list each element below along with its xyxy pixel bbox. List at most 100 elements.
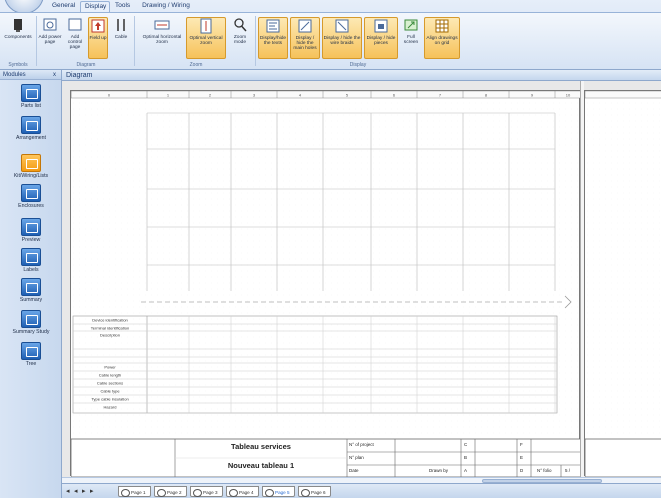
drawn-by-label: Drawn by — [429, 468, 449, 473]
optimal-horizontal-zoom-label: Optimal horizontal zoom — [142, 35, 182, 45]
row-label: Description — [100, 333, 120, 338]
revision-letter-c: C — [464, 442, 468, 447]
tab-tools[interactable]: Tools — [111, 1, 133, 12]
row-label: Power — [104, 365, 116, 370]
page-tab-3[interactable]: Page 3 — [190, 486, 223, 497]
plan-number-label: N° plan — [349, 455, 364, 460]
module-label: Labels — [23, 267, 39, 273]
pieces-icon — [374, 19, 388, 33]
previous-page-icon[interactable]: ◂ — [74, 487, 78, 495]
diagram-sheet[interactable]: 0 1 2 3 4 5 6 7 8 9 10 Device identification Termin… — [70, 90, 582, 478]
module-labels[interactable]: Labels — [0, 248, 62, 273]
diagram-header: Diagram — [62, 70, 661, 81]
sheet-drawing: 0 1 2 3 4 5 6 7 8 9 10 Device identificationTermin… — [70, 90, 582, 478]
optimal-horizontal-zoom-button[interactable]: Optimal horizontal zoom — [140, 17, 184, 59]
horizontal-zoom-icon — [154, 20, 170, 30]
row-label: Cable length — [99, 373, 121, 378]
display-hide-pieces-button[interactable]: Display / hide pieces — [364, 17, 398, 59]
module-kit-wiring-lists[interactable]: Kit/Wiring/Lists — [0, 154, 62, 179]
module-preview[interactable]: Preview — [0, 218, 62, 243]
page-tab-1[interactable]: Page 1 — [118, 486, 151, 497]
folio-value: 5 / — [565, 468, 571, 473]
next-sheet-grid — [584, 90, 661, 478]
add-control-page-button[interactable]: Add control page — [63, 17, 87, 59]
ribbon: General Display Tools Drawing / Wiring C… — [0, 0, 661, 70]
field-up-label: Field up — [89, 36, 107, 41]
module-enclosures[interactable]: Enclosures — [0, 184, 62, 209]
display-hide-wire-braids-button[interactable]: Display / hide the wire braids — [322, 17, 362, 59]
cable-label: Cable — [114, 35, 128, 40]
next-sheet[interactable] — [584, 90, 661, 478]
tab-display[interactable]: Display — [80, 1, 110, 12]
module-tree[interactable]: Tree — [0, 342, 62, 367]
bus-end-arrow-icon — [564, 295, 572, 309]
last-page-icon[interactable]: ▸ — [90, 487, 94, 495]
field-up-button[interactable]: Field up — [88, 17, 108, 59]
module-parts-list[interactable]: Parts list — [0, 84, 62, 109]
title-block-name: Tableau services — [231, 442, 291, 451]
texts-icon — [266, 19, 280, 33]
row-label: Cable type — [100, 389, 120, 394]
row-label: Terminal identification — [91, 326, 129, 331]
module-label: Kit/Wiring/Lists — [13, 173, 49, 179]
module-label: Parts list — [21, 103, 41, 109]
full-screen-button[interactable]: Full screen — [400, 17, 422, 59]
revision-letter-f: F — [520, 442, 523, 447]
close-icon[interactable]: x — [53, 70, 56, 80]
page-tab-2[interactable]: Page 2 — [154, 486, 187, 497]
row-label: Device identification — [92, 318, 128, 323]
tab-drawing-wiring[interactable]: Drawing / Wiring — [136, 1, 196, 12]
zoom-mode-button[interactable]: Zoom mode — [228, 17, 252, 59]
ribbon-tabbar: General Display Tools Drawing / Wiring — [0, 0, 661, 12]
page-icon — [68, 18, 82, 31]
display-hide-texts-label: Display/hide the texts — [259, 36, 287, 46]
page-tab-4[interactable]: Page 4 — [226, 486, 259, 497]
display-hide-wire-braids-label: Display / hide the wire braids — [323, 36, 361, 46]
full-screen-icon — [404, 19, 418, 31]
module-summary-study[interactable]: Summary Study — [0, 310, 62, 335]
module-label: Summary Study — [12, 329, 50, 335]
tree-icon — [21, 342, 41, 360]
add-control-page-label: Add control page — [67, 35, 83, 50]
components-button[interactable]: Components — [4, 17, 32, 59]
zoom-mode-label: Zoom mode — [233, 35, 247, 45]
display-hide-main-holes-label: Display / hide the main holes — [293, 36, 317, 51]
display-hide-main-holes-button[interactable]: Display / hide the main holes — [290, 17, 320, 59]
date-label: Date — [349, 468, 359, 473]
modules-title: Modules — [3, 72, 26, 78]
cable-info-table: Device identification Terminal identifica… — [72, 315, 558, 414]
row-label: Cable sections — [97, 381, 123, 386]
enclosures-icon — [21, 184, 41, 202]
page-tab-6[interactable]: Page 6 — [298, 486, 331, 497]
module-label: Arrangement — [16, 135, 46, 141]
add-power-page-button[interactable]: Add power page — [38, 17, 62, 59]
diagram-canvas[interactable]: 0 1 2 3 4 5 6 7 8 9 10 Device identification Termin… — [62, 81, 661, 483]
module-label: Enclosures — [18, 203, 44, 209]
background-grid — [73, 102, 579, 434]
display-hide-pieces-label: Display / hide pieces — [366, 36, 396, 46]
holes-icon — [298, 19, 312, 33]
summary-study-icon — [21, 310, 41, 328]
module-summary[interactable]: Summary — [0, 278, 62, 303]
module-arrangement[interactable]: Arrangement — [0, 116, 62, 141]
module-label: Preview — [21, 237, 41, 243]
grid-icon — [435, 19, 449, 33]
column-header: 10 — [566, 93, 571, 98]
page-tabs-bar: ◂ ◂ ▸ ▸ Page 1 Page 2 Page 3 Page 4 Page… — [62, 483, 661, 498]
labels-icon — [21, 248, 41, 266]
next-page-icon[interactable]: ▸ — [82, 487, 86, 495]
module-label: Tree — [25, 361, 37, 367]
cable-button[interactable]: Cable — [110, 17, 132, 59]
tab-general[interactable]: General — [48, 1, 78, 12]
group-label-zoom: Zoom — [189, 62, 203, 68]
row-label: Hazard — [104, 405, 117, 410]
page-tab-5[interactable]: Page 5 — [262, 486, 295, 497]
arrangement-icon — [21, 116, 41, 134]
revision-letter-e: E — [520, 455, 524, 460]
optimal-vertical-zoom-button[interactable]: Optimal vertical zoom — [186, 17, 226, 59]
components-icon — [14, 19, 22, 32]
display-hide-texts-button[interactable]: Display/hide the texts — [258, 17, 288, 59]
align-drawings-on-grid-button[interactable]: Align drawings on grid — [424, 17, 460, 59]
first-page-icon[interactable]: ◂ — [66, 487, 70, 495]
page-icon — [43, 18, 57, 31]
